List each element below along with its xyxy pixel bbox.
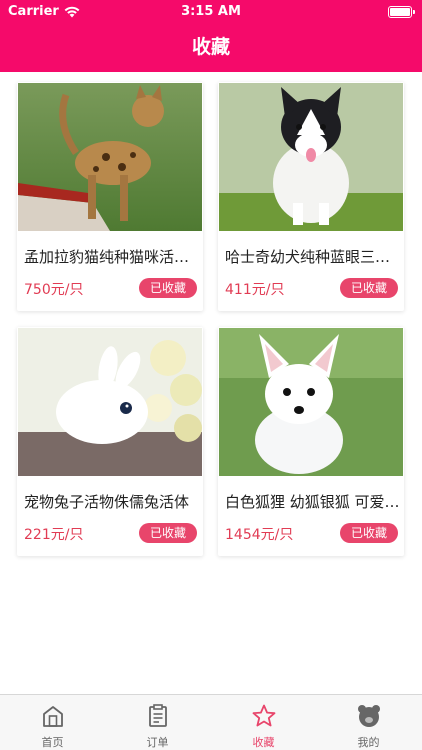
product-title[interactable]: 哈士奇幼犬纯种蓝眼三把火 xyxy=(225,246,400,267)
tab-label: 收藏 xyxy=(252,736,275,749)
tab-profile[interactable]: 我的 xyxy=(316,695,421,750)
product-title[interactable]: 宠物兔子活物侏儒兔活体 xyxy=(24,491,199,512)
nav-bar: 收藏 xyxy=(0,24,422,72)
star-icon xyxy=(252,704,276,727)
tab-favorites[interactable]: 收藏 xyxy=(211,695,316,750)
product-image-white-rabbit[interactable] xyxy=(18,328,202,476)
tab-label: 首页 xyxy=(41,736,64,749)
favorited-button[interactable]: 已收藏 xyxy=(340,278,398,298)
favorited-button[interactable]: 已收藏 xyxy=(139,523,197,543)
status-bar: Carrier 3:15 AM xyxy=(0,0,422,24)
product-card[interactable]: 孟加拉豹猫纯种猫咪活体宠物猫 750元/只 已收藏 xyxy=(17,82,203,311)
tab-orders[interactable]: 订单 xyxy=(105,695,210,750)
product-price: 411元/只 xyxy=(225,282,285,298)
product-image-white-fox-pup[interactable] xyxy=(219,328,403,476)
home-icon xyxy=(43,706,63,727)
tab-bar: 首页 订单 收藏 我的 xyxy=(0,694,422,750)
favorited-button[interactable]: 已收藏 xyxy=(340,523,398,543)
product-price: 750元/只 xyxy=(24,282,84,298)
product-image-husky-puppy[interactable] xyxy=(219,83,403,231)
tab-label: 我的 xyxy=(357,736,380,749)
tab-label: 订单 xyxy=(146,736,169,749)
bear-icon xyxy=(358,705,380,727)
tab-home[interactable]: 首页 xyxy=(0,695,105,750)
favorited-button[interactable]: 已收藏 xyxy=(139,278,197,298)
battery-icon xyxy=(388,6,415,18)
page-title: 收藏 xyxy=(191,36,230,58)
product-card[interactable]: 宠物兔子活物侏儒兔活体 221元/只 已收藏 xyxy=(17,327,203,556)
product-card[interactable]: 哈士奇幼犬纯种蓝眼三把火 411元/只 已收藏 xyxy=(218,82,404,311)
product-card[interactable]: 白色狐狸 幼狐银狐 可爱宠物 1454元/只 已收藏 xyxy=(218,327,404,556)
product-image-bengal-cat[interactable] xyxy=(18,83,202,231)
order-icon xyxy=(149,704,167,727)
product-title[interactable]: 孟加拉豹猫纯种猫咪活体宠物猫 xyxy=(24,246,199,267)
product-price: 1454元/只 xyxy=(225,527,294,543)
product-title[interactable]: 白色狐狸 幼狐银狐 可爱宠物 xyxy=(225,491,400,512)
clock: 3:15 AM xyxy=(181,4,241,19)
product-price: 221元/只 xyxy=(24,527,84,543)
